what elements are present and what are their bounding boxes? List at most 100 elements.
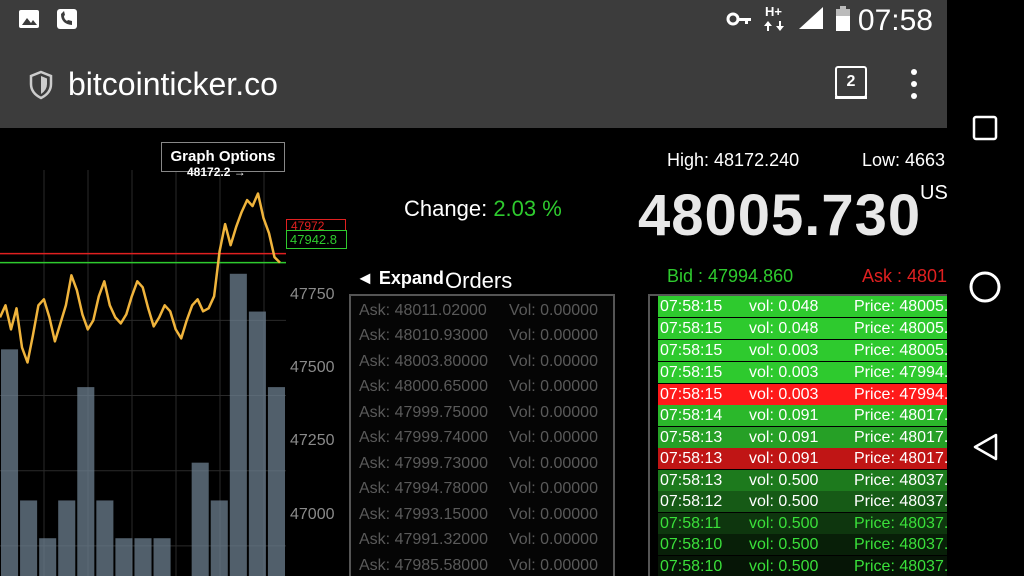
volume-bar bbox=[191, 462, 209, 576]
trade-price: Price: 48037. bbox=[854, 493, 947, 510]
trade-time: 07:58:10 bbox=[660, 558, 723, 575]
trade-row: 07:58:10 vol: 0.500 Price: 48037. bbox=[658, 534, 947, 555]
trade-price: Price: 48037. bbox=[854, 472, 947, 489]
ask-price-cell: Ask: 47994.78000 bbox=[359, 480, 488, 497]
ask-row: Ask: 47999.75000 Vol: 0.00000 bbox=[359, 404, 598, 422]
ask-price-cell: Ask: 47999.73000 bbox=[359, 455, 488, 472]
order-book-asks[interactable]: Ask: 48011.02000 Vol: 0.00000 Ask: 48010.… bbox=[349, 294, 615, 576]
trade-vol: vol: 0.003 bbox=[749, 364, 819, 381]
ask-row: Ask: 48000.65000 Vol: 0.00000 bbox=[359, 378, 598, 396]
volume-bar bbox=[20, 500, 38, 576]
trade-price: Price: 48037. bbox=[854, 515, 947, 532]
ask-vol-cell: Vol: 0.00000 bbox=[509, 404, 598, 421]
ask-row: Ask: 47993.15000 Vol: 0.00000 bbox=[359, 506, 598, 524]
ask-vol-cell: Vol: 0.00000 bbox=[509, 506, 598, 523]
trade-vol: vol: 0.091 bbox=[749, 407, 819, 424]
address-bar[interactable]: bitcointicker.co bbox=[68, 64, 278, 104]
ask-row: Ask: 47991.32000 Vol: 0.00000 bbox=[359, 531, 598, 549]
trade-row: 07:58:13 vol: 0.500 Price: 48037. bbox=[658, 470, 947, 491]
vpn-key-icon bbox=[726, 12, 751, 26]
last-price-marker: 47942.8 bbox=[286, 230, 347, 249]
trade-time: 07:58:15 bbox=[660, 320, 723, 337]
trade-time: 07:58:15 bbox=[660, 386, 723, 403]
ask-row: Ask: 48003.80000 Vol: 0.00000 bbox=[359, 353, 598, 371]
ask-vol-cell: Vol: 0.00000 bbox=[509, 455, 598, 472]
ask-vol-cell: Vol: 0.00000 bbox=[509, 353, 598, 370]
currency-label: US bbox=[920, 182, 947, 204]
status-bar: H+ 07:58 bbox=[0, 0, 947, 42]
tab-switcher-button[interactable]: 2 bbox=[835, 66, 867, 98]
trade-price: Price: 48037. bbox=[854, 536, 947, 553]
clock: 07:58 bbox=[857, 4, 933, 37]
volume-bar bbox=[77, 387, 95, 576]
security-shield-icon[interactable] bbox=[28, 70, 54, 100]
ask-price-cell: Ask: 48003.80000 bbox=[359, 353, 488, 370]
ask-price-cell: Ask: 48000.65000 bbox=[359, 378, 488, 395]
trade-vol: vol: 0.500 bbox=[749, 515, 819, 532]
y-tick-label: 47000 bbox=[290, 506, 335, 523]
trade-row: 07:58:13 vol: 0.091 Price: 48017. bbox=[658, 427, 947, 448]
expand-button[interactable]: ◄ Expand bbox=[356, 268, 444, 289]
ask-row: Ask: 47985.58000 Vol: 0.00000 bbox=[359, 557, 598, 575]
trade-time: 07:58:13 bbox=[660, 450, 723, 467]
ask-price-cell: Ask: 47999.74000 bbox=[359, 429, 488, 446]
trade-row: 07:58:15 vol: 0.003 Price: 47994. bbox=[658, 384, 947, 405]
trade-vol: vol: 0.048 bbox=[749, 320, 819, 337]
back-button[interactable] bbox=[971, 432, 999, 462]
recent-trades[interactable]: 07:58:15 vol: 0.048 Price: 48005. 07:58:15… bbox=[648, 294, 947, 576]
system-nav-bar bbox=[947, 0, 1024, 576]
orders-title: Orders bbox=[445, 268, 513, 293]
change-value: 2.03 % bbox=[493, 196, 562, 221]
trade-time: 07:58:15 bbox=[660, 342, 723, 359]
trade-vol: vol: 0.091 bbox=[749, 429, 819, 446]
more-options-icon[interactable] bbox=[910, 68, 918, 100]
trade-price: Price: 47994. bbox=[854, 364, 947, 381]
change-indicator: Change: 2.03 % bbox=[404, 196, 562, 222]
price-chart-svg bbox=[0, 170, 286, 576]
y-tick-label: 47250 bbox=[290, 432, 335, 449]
volume-bar bbox=[267, 387, 285, 576]
network-type-label: H+ bbox=[765, 4, 782, 19]
trade-row: 07:58:14 vol: 0.091 Price: 48017. bbox=[658, 405, 947, 426]
trade-price: Price: 48005. bbox=[854, 342, 947, 359]
bid-price: Bid : 47994.860 bbox=[667, 266, 794, 286]
ask-row: Ask: 47994.78000 Vol: 0.00000 bbox=[359, 480, 598, 498]
trade-vol: vol: 0.500 bbox=[749, 536, 819, 553]
change-label: Change: bbox=[404, 196, 488, 221]
volume-bar bbox=[229, 273, 247, 576]
trade-vol: vol: 0.003 bbox=[749, 342, 819, 359]
trade-time: 07:58:12 bbox=[660, 493, 723, 510]
ask-price-cell: Ask: 48011.02000 bbox=[359, 302, 487, 319]
volume-bar bbox=[39, 538, 57, 576]
ask-row: Ask: 48010.93000 Vol: 0.00000 bbox=[359, 327, 598, 345]
recents-button[interactable] bbox=[972, 115, 998, 141]
trade-time: 07:58:11 bbox=[660, 515, 722, 532]
volume-bar bbox=[1, 349, 19, 576]
y-tick-label: 47750 bbox=[290, 286, 335, 303]
volume-bar bbox=[248, 311, 266, 576]
current-price: 48005.730 bbox=[638, 183, 922, 248]
trade-vol: vol: 0.003 bbox=[749, 386, 819, 403]
trade-time: 07:58:15 bbox=[660, 298, 723, 315]
price-chart[interactable] bbox=[0, 170, 286, 576]
trade-row: 07:58:11 vol: 0.500 Price: 48037. bbox=[658, 513, 947, 534]
ask-vol-cell: Vol: 0.00000 bbox=[509, 480, 598, 497]
image-icon bbox=[19, 10, 39, 28]
trade-row: 07:58:13 vol: 0.091 Price: 48017. bbox=[658, 448, 947, 469]
trade-vol: vol: 0.500 bbox=[749, 558, 819, 575]
ask-vol-cell: Vol: 0.00000 bbox=[509, 557, 598, 574]
ask-price-cell: Ask: 47999.75000 bbox=[359, 404, 488, 421]
home-button[interactable] bbox=[968, 270, 1002, 304]
trade-price: Price: 47994. bbox=[854, 386, 947, 403]
page-content: 47750 47500 47250 47000 Graph Options 48… bbox=[0, 128, 947, 576]
ask-price-cell: Ask: 47991.32000 bbox=[359, 531, 488, 548]
trade-price: Price: 48005. bbox=[854, 298, 947, 315]
volume-bar bbox=[96, 500, 114, 576]
trade-time: 07:58:10 bbox=[660, 536, 723, 553]
voicemail-app-icon bbox=[57, 9, 77, 29]
trade-row: 07:58:15 vol: 0.003 Price: 47994. bbox=[658, 362, 947, 383]
ask-vol-cell: Vol: 0.00000 bbox=[509, 429, 598, 446]
ask-vol-cell: Vol: 0.00000 bbox=[509, 327, 598, 344]
trade-price: Price: 48037. bbox=[854, 558, 947, 575]
low-price: Low: 4663 bbox=[862, 150, 946, 170]
